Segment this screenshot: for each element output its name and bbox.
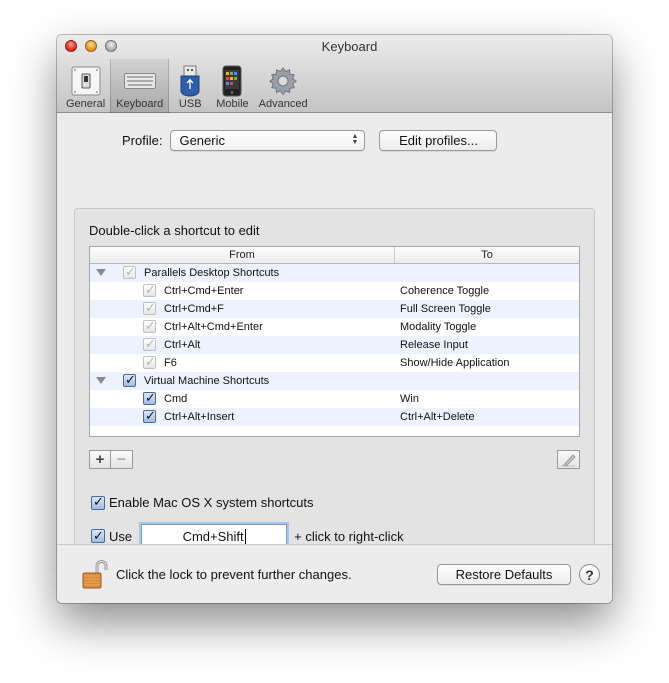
unlocked-lock-icon[interactable] [81, 560, 109, 593]
add-remove-segmented-control: + − [89, 450, 133, 469]
table-row[interactable]: ✓ Ctrl+Alt Release Input [90, 336, 579, 354]
remove-shortcut-button[interactable]: − [111, 450, 133, 469]
row-from: F6 [164, 357, 177, 369]
keyboard-preferences-window: Keyboard General Keyboard USB Mobile Adv… [57, 35, 612, 603]
table-header: From To [90, 247, 579, 264]
tab-general[interactable]: General [61, 59, 110, 113]
disclosure-triangle-icon[interactable] [96, 377, 106, 384]
row-checkbox[interactable]: ✓ [143, 409, 156, 423]
tab-keyboard[interactable]: Keyboard [110, 59, 170, 113]
row-checkbox[interactable]: ✓ [143, 337, 156, 351]
profile-selected-value: Generic [179, 133, 225, 148]
footer: Click the lock to prevent further change… [57, 545, 612, 603]
table-row[interactable]: ✓ Ctrl+Cmd+F Full Screen Toggle [90, 300, 579, 318]
add-shortcut-button[interactable]: + [89, 450, 111, 469]
row-to: Coherence Toggle [400, 285, 490, 297]
mobile-phone-icon [216, 65, 248, 97]
shortcuts-group-box: Double-click a shortcut to edit From To … [74, 208, 595, 566]
row-checkbox[interactable]: ✓ [143, 391, 156, 405]
lock-status-text: Click the lock to prevent further change… [116, 567, 352, 582]
shortcuts-table[interactable]: From To ✓ Parallels Desktop Shortcuts ✓ … [89, 246, 580, 437]
row-to: Full Screen Toggle [400, 303, 491, 315]
row-checkbox[interactable]: ✓ [123, 373, 136, 387]
row-from: Cmd [164, 393, 188, 405]
table-row[interactable]: ✓ Ctrl+Cmd+Enter Coherence Toggle [90, 282, 579, 300]
table-row[interactable]: ✓ Ctrl+Alt+Cmd+Enter Modality Toggle [90, 318, 579, 336]
window-title: Keyboard [321, 39, 378, 54]
tab-keyboard-label: Keyboard [116, 98, 164, 110]
disclosure-triangle-icon[interactable] [96, 269, 106, 276]
tab-usb[interactable]: USB [169, 59, 211, 113]
table-row-group[interactable]: ✓ Virtual Machine Shortcuts [90, 372, 579, 390]
pencil-icon [561, 453, 576, 467]
usb-icon [174, 65, 206, 97]
enable-system-shortcuts-label: Enable Mac OS X system shortcuts [109, 495, 314, 510]
row-checkbox[interactable]: ✓ [143, 355, 156, 369]
keyboard-pane: Profile: Generic ▲ ▼ Edit profiles... Dou… [57, 114, 612, 566]
right-click-suffix: + click to right-click [294, 528, 404, 544]
edit-shortcut-button[interactable] [557, 450, 580, 469]
row-to: Win [400, 393, 419, 405]
table-row[interactable]: ✓ F6 Show/Hide Application [90, 354, 579, 372]
edit-profiles-button[interactable]: Edit profiles... [379, 130, 498, 151]
row-from: Ctrl+Cmd+F [164, 303, 224, 315]
row-checkbox[interactable]: ✓ [123, 265, 136, 279]
row-from: Ctrl+Alt+Insert [164, 411, 235, 423]
tab-usb-label: USB [178, 98, 202, 110]
help-button[interactable]: ? [579, 564, 600, 585]
row-checkbox[interactable]: ✓ [143, 319, 156, 333]
row-from: Ctrl+Cmd+Enter [164, 285, 244, 297]
text-caret [244, 528, 246, 544]
table-row-group[interactable]: ✓ Parallels Desktop Shortcuts [90, 264, 579, 282]
restore-defaults-button[interactable]: Restore Defaults [437, 564, 571, 585]
tab-general-label: General [66, 98, 106, 110]
table-row[interactable]: ✓ Cmd Win [90, 390, 579, 408]
shortcuts-hint: Double-click a shortcut to edit [89, 223, 260, 238]
row-to: Show/Hide Application [400, 357, 510, 369]
empty-row [90, 426, 579, 436]
tab-mobile[interactable]: Mobile [211, 59, 253, 113]
tab-advanced-label: Advanced [258, 98, 308, 110]
table-body: ✓ Parallels Desktop Shortcuts ✓ Ctrl+Cmd… [90, 264, 579, 436]
profile-select[interactable]: Generic ▲ ▼ [170, 130, 366, 151]
row-checkbox[interactable]: ✓ [143, 283, 156, 297]
row-to: Release Input [400, 339, 468, 351]
gear-icon [267, 65, 299, 97]
column-header-to[interactable]: To [395, 247, 579, 263]
tab-advanced[interactable]: Advanced [254, 59, 313, 113]
row-from: Parallels Desktop Shortcuts [144, 267, 280, 279]
popup-arrows-icon: ▲ ▼ [351, 133, 359, 146]
row-to: Modality Toggle [400, 321, 477, 333]
profile-label: Profile: [122, 133, 163, 148]
row-from: Ctrl+Alt [164, 339, 201, 351]
row-from: Ctrl+Alt+Cmd+Enter [164, 321, 263, 333]
keyboard-icon [123, 65, 156, 97]
row-to: Ctrl+Alt+Delete [400, 411, 475, 423]
tab-mobile-label: Mobile [216, 98, 249, 110]
column-header-from[interactable]: From [90, 247, 395, 263]
title-bar: Keyboard General Keyboard USB Mobile Adv… [57, 35, 612, 113]
preferences-toolbar: General Keyboard USB Mobile Advanced [61, 59, 313, 113]
general-switch-icon [70, 65, 102, 97]
row-from: Virtual Machine Shortcuts [144, 375, 270, 387]
profile-row: Profile: Generic ▲ ▼ Edit profiles... [122, 130, 498, 151]
row-checkbox[interactable]: ✓ [143, 301, 156, 315]
enable-system-shortcuts-checkbox[interactable]: ✓ [91, 495, 105, 510]
right-click-checkbox[interactable]: ✓ [91, 529, 105, 543]
right-click-shortcut-value: Cmd+Shift [182, 528, 244, 544]
enable-system-shortcuts-option[interactable]: ✓ Enable Mac OS X system shortcuts [91, 495, 313, 510]
table-row[interactable]: ✓ Ctrl+Alt+Insert Ctrl+Alt+Delete [90, 408, 579, 426]
right-click-prefix: Use [109, 528, 133, 544]
